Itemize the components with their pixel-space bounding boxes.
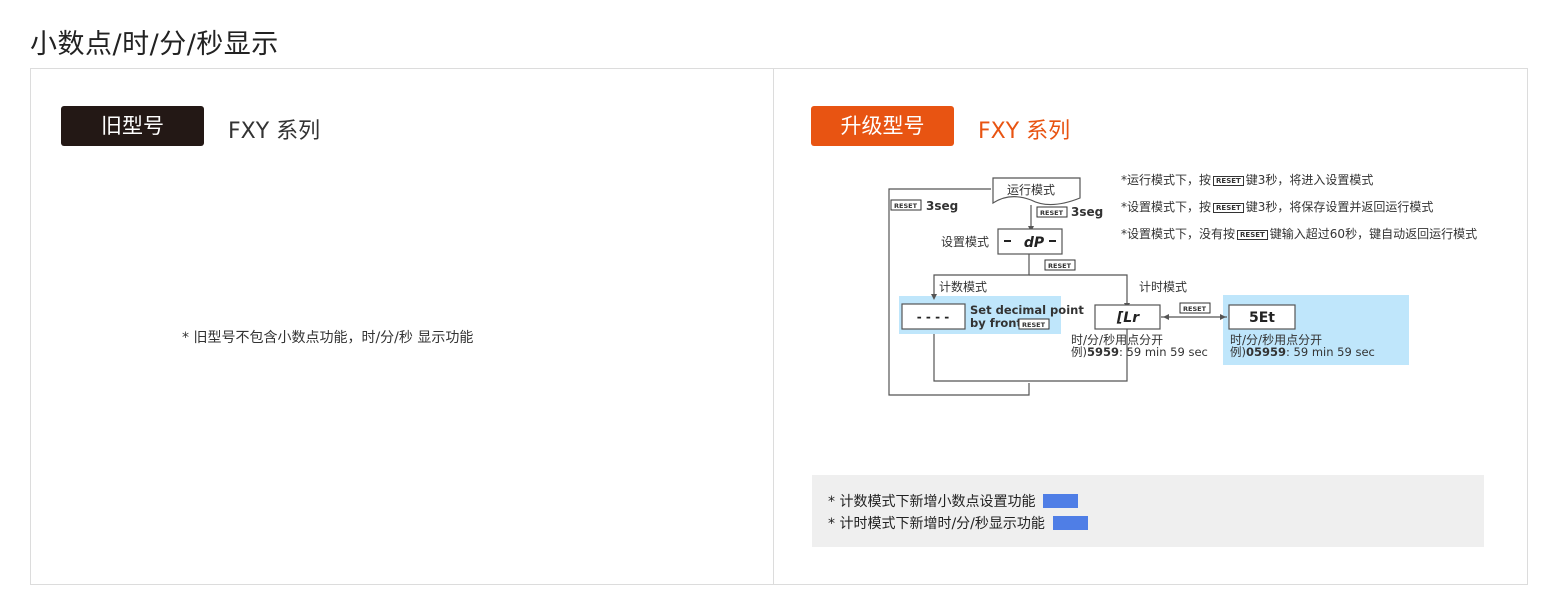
reset-key-text: RESET <box>894 202 918 210</box>
reset-key-icon: RESET <box>1237 230 1268 240</box>
reset-key-text: RESET <box>1022 321 1046 329</box>
reset-key-text: RESET <box>1040 209 1064 217</box>
reset-key-icon: RESET <box>1213 203 1244 213</box>
dashes-display-text: - - - - <box>917 310 949 324</box>
run-mode-label: 运行模式 <box>1007 183 1055 197</box>
reset-key-text: RESET <box>1183 305 1207 313</box>
summary-box <box>812 475 1484 547</box>
dp-display-text: dP <box>1024 235 1045 251</box>
clr-caption-line2: 例)5959: 59 min 59 sec <box>1071 345 1208 359</box>
highlight-swatch <box>1052 516 1088 530</box>
summary-line-decimal: * 计数模式下新增小数点设置功能 <box>828 491 1079 511</box>
set-display-text: 5Et <box>1249 310 1275 326</box>
run-mode-note: *运行模式下，按 RESET 键3秒，将进入设置模式 <box>1121 173 1374 187</box>
timer-mode-label: 计时模式 <box>1139 280 1187 294</box>
count-mode-label: 计数模式 <box>939 279 987 294</box>
reset-key-text: RESET <box>1048 262 1072 270</box>
reset-key-icon: RESET <box>1213 176 1244 186</box>
clr-display-text: [Lr <box>1116 310 1140 326</box>
hold-label-right: 3seg <box>1071 205 1103 219</box>
timeout-note: *设置模式下，没有按 RESET 键输入超过60秒，键自动返回运行模式 <box>1121 227 1478 241</box>
set-caption-line2: 例)05959: 59 min 59 sec <box>1230 345 1375 359</box>
summary-line-timer: * 计时模式下新增时/分/秒显示功能 <box>828 513 1088 533</box>
setting-mode-label: 设置模式 <box>941 235 989 249</box>
highlight-swatch <box>1043 494 1079 508</box>
decimal-point-text-1: Set decimal point <box>970 303 1084 317</box>
setting-mode-note: *设置模式下，按 RESET 键3秒，将保存设置并返回运行模式 <box>1121 200 1434 214</box>
hold-label-left: 3seg <box>926 199 958 213</box>
decimal-point-text-2: by front <box>970 316 1022 330</box>
